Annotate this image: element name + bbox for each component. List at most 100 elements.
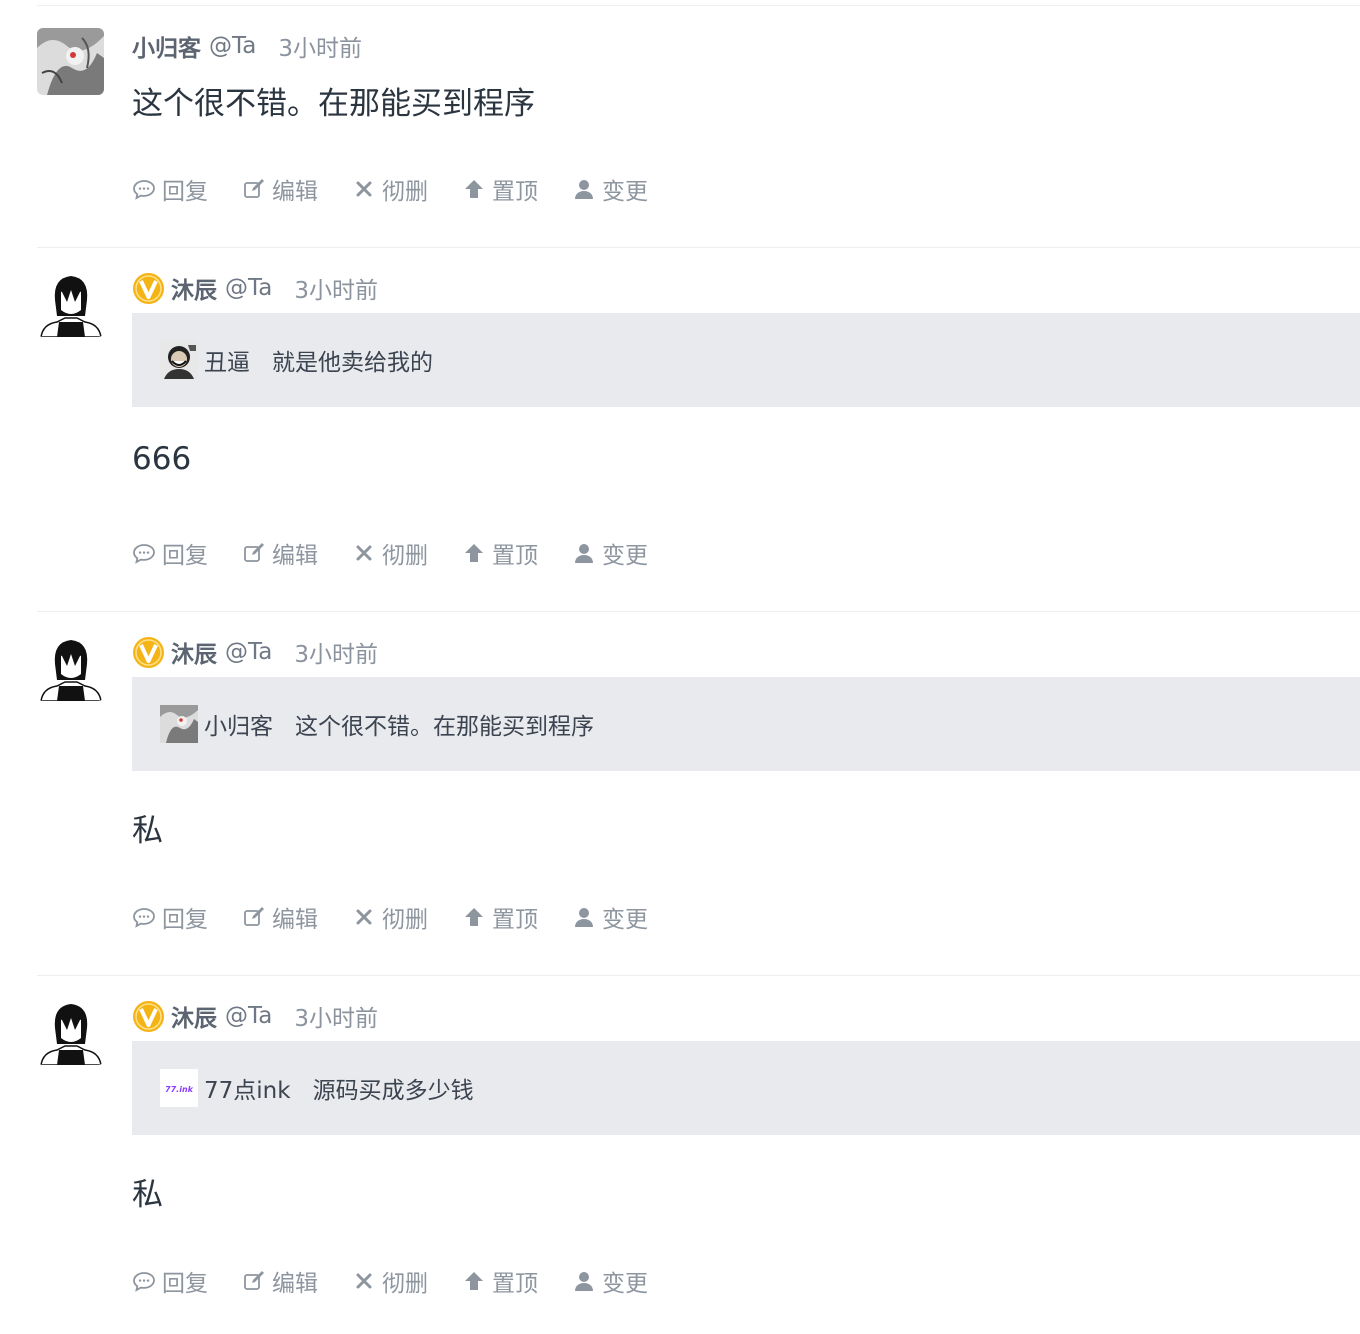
reply-label: 回复	[162, 543, 208, 569]
quoted-text: 这个很不错。在那能买到程序	[295, 714, 594, 740]
delete-button[interactable]: 彻删	[352, 900, 428, 934]
comment-header: 沐辰 @Ta 3小时前	[132, 634, 378, 670]
reply-label: 回复	[162, 907, 208, 933]
change-button[interactable]: 变更	[572, 536, 648, 570]
comment-body: 这个很不错。在那能买到程序	[132, 86, 535, 122]
quoted-text: 就是他卖给我的	[272, 350, 433, 376]
edit-button[interactable]: 编辑	[242, 172, 318, 206]
delete-label: 彻删	[382, 907, 428, 933]
comment-item: 沐辰 @Ta 3小时前 丑逼 就是他卖给我的 666 回复 编辑 彻删 置顶 变…	[37, 247, 1360, 611]
avatar[interactable]	[37, 270, 104, 337]
action-bar: 回复 编辑 彻删 置顶 变更	[132, 901, 682, 933]
timestamp: 3小时前	[294, 1006, 378, 1032]
change-label: 变更	[602, 907, 648, 933]
user-icon	[575, 1272, 593, 1291]
edit-label: 编辑	[272, 543, 318, 569]
mention-link[interactable]: @Ta	[225, 639, 272, 665]
close-icon	[356, 1273, 372, 1289]
author-name[interactable]: 沐辰	[171, 271, 217, 305]
edit-button[interactable]: 编辑	[242, 536, 318, 570]
reply-button[interactable]: 回复	[132, 536, 208, 570]
delete-label: 彻删	[382, 179, 428, 205]
vip-badge-icon	[132, 1000, 165, 1033]
change-label: 变更	[602, 179, 648, 205]
photo-avatar-icon	[160, 341, 198, 379]
quoted-author[interactable]: 丑逼	[204, 343, 250, 377]
arrow-up-icon	[465, 908, 483, 926]
comment-item: 小归客 @Ta 3小时前 这个很不错。在那能买到程序 回复 编辑 彻删 置顶 变…	[37, 5, 1360, 247]
change-label: 变更	[602, 1271, 648, 1297]
author-name[interactable]: 沐辰	[171, 635, 217, 669]
comment-icon	[133, 1272, 155, 1292]
pin-label: 置顶	[492, 1271, 538, 1297]
pin-button[interactable]: 置顶	[462, 1264, 538, 1298]
pin-label: 置顶	[492, 179, 538, 205]
anime-boy-avatar-icon	[37, 998, 104, 1065]
close-icon	[356, 545, 372, 561]
edit-label: 编辑	[272, 179, 318, 205]
arrow-up-icon	[465, 180, 483, 198]
comment-body: 私	[132, 813, 163, 849]
pin-button[interactable]: 置顶	[462, 172, 538, 206]
comment-icon	[133, 544, 155, 564]
arrow-up-icon	[465, 544, 483, 562]
comment-item: 沐辰 @Ta 3小时前 77.ink 77点ink 源码买成多少钱 私 回复 编…	[37, 975, 1360, 1334]
quoted-text: 源码买成多少钱	[312, 1078, 474, 1104]
quoted-author[interactable]: 小归客	[204, 707, 273, 741]
delete-button[interactable]: 彻删	[352, 172, 428, 206]
delete-button[interactable]: 彻删	[352, 536, 428, 570]
change-button[interactable]: 变更	[572, 1264, 648, 1298]
comment-list: 小归客 @Ta 3小时前 这个很不错。在那能买到程序 回复 编辑 彻删 置顶 变…	[0, 0, 1360, 1334]
pin-label: 置顶	[492, 907, 538, 933]
pin-button[interactable]: 置顶	[462, 900, 538, 934]
comment-icon	[133, 908, 155, 928]
anime-boy-avatar-icon	[37, 634, 104, 701]
edit-label: 编辑	[272, 1271, 318, 1297]
edit-icon	[244, 907, 264, 926]
timestamp: 3小时前	[294, 642, 378, 668]
mention-link[interactable]: @Ta	[209, 33, 256, 59]
author-name[interactable]: 沐辰	[171, 999, 217, 1033]
pin-label: 置顶	[492, 543, 538, 569]
77ink-logo-avatar-icon: 77.ink	[160, 1069, 198, 1107]
vip-badge-icon	[132, 636, 165, 669]
mention-link[interactable]: @Ta	[225, 275, 272, 301]
edit-icon	[244, 1271, 264, 1290]
comment-header: 沐辰 @Ta 3小时前	[132, 270, 378, 306]
edit-button[interactable]: 编辑	[242, 900, 318, 934]
action-bar: 回复 编辑 彻删 置顶 变更	[132, 1265, 682, 1297]
reply-button[interactable]: 回复	[132, 1264, 208, 1298]
delete-label: 彻删	[382, 543, 428, 569]
comment-icon	[133, 180, 155, 200]
close-icon	[356, 181, 372, 197]
avatar[interactable]	[37, 998, 104, 1065]
change-button[interactable]: 变更	[572, 900, 648, 934]
quoted-author[interactable]: 77点ink	[204, 1071, 291, 1105]
reply-button[interactable]: 回复	[132, 172, 208, 206]
svg-text:77.ink: 77.ink	[165, 1085, 194, 1094]
avatar[interactable]	[37, 28, 104, 95]
delete-button[interactable]: 彻删	[352, 1264, 428, 1298]
delete-label: 彻删	[382, 1271, 428, 1297]
comment-header: 小归客 @Ta 3小时前	[132, 28, 362, 64]
reply-label: 回复	[162, 1271, 208, 1297]
vip-badge-icon	[132, 272, 165, 305]
user-icon	[575, 908, 593, 927]
change-button[interactable]: 变更	[572, 172, 648, 206]
author-name[interactable]: 小归客	[132, 29, 201, 63]
quoted-comment: 77.ink 77点ink 源码买成多少钱	[132, 1041, 1360, 1135]
edit-icon	[244, 179, 264, 198]
edit-button[interactable]: 编辑	[242, 1264, 318, 1298]
avatar[interactable]	[37, 634, 104, 701]
action-bar: 回复 编辑 彻删 置顶 变更	[132, 537, 682, 569]
mention-link[interactable]: @Ta	[225, 1003, 272, 1029]
quoted-comment: 小归客 这个很不错。在那能买到程序	[132, 677, 1360, 771]
pin-button[interactable]: 置顶	[462, 536, 538, 570]
reply-button[interactable]: 回复	[132, 900, 208, 934]
timestamp: 3小时前	[278, 36, 362, 62]
change-label: 变更	[602, 543, 648, 569]
user-icon	[575, 544, 593, 563]
reply-label: 回复	[162, 179, 208, 205]
comment-body: 666	[132, 441, 192, 477]
anime-boy-avatar-icon	[37, 270, 104, 337]
